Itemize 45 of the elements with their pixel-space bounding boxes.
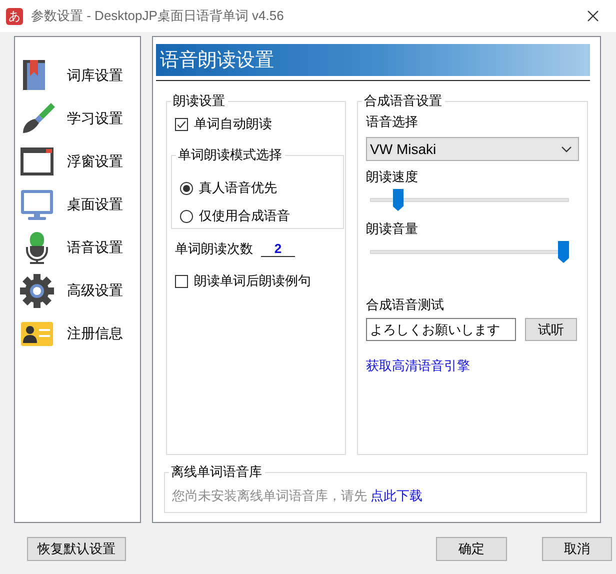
chevron-icon xyxy=(561,146,572,152)
group-title: 合成语音设置 xyxy=(363,92,443,110)
sidebar-item[interactable]: 词库设置 xyxy=(19,54,140,97)
group-title: 离线单词语音库 xyxy=(170,463,263,481)
reset-defaults-button[interactable]: 恢复默认设置 xyxy=(27,537,126,561)
slider-thumb[interactable] xyxy=(558,241,569,263)
cancel-button[interactable]: 取消 xyxy=(542,537,612,561)
voice-dropdown[interactable]: VW Misaki xyxy=(366,137,579,161)
slider-label: 朗读音量 xyxy=(366,220,419,238)
window-title: 参数设置 - DesktopJP桌面日语背单词 v4.56 xyxy=(31,7,284,25)
sidebar-item[interactable]: 语音设置 xyxy=(19,226,140,269)
example-checkbox[interactable]: 朗读单词后朗读例句 xyxy=(175,272,337,290)
sidebar-item[interactable]: 浮窗设置 xyxy=(19,140,140,183)
voice-engine-link[interactable]: 获取高清语音引擎 xyxy=(366,357,579,375)
download-link[interactable]: 点此下载 xyxy=(370,488,423,503)
test-text-field[interactable]: よろしくお願いします xyxy=(366,318,516,341)
app-icon: あ xyxy=(6,8,23,24)
gear-icon xyxy=(19,272,55,308)
slider-thumb[interactable] xyxy=(392,189,404,211)
group-title: 单词朗读模式选择 xyxy=(177,146,283,164)
sidebar-item[interactable]: 高级设置 xyxy=(19,269,140,312)
voice-label: 语音选择 xyxy=(366,113,419,131)
group-title: 朗读设置 xyxy=(172,92,226,110)
count-field[interactable]: 2 xyxy=(261,241,295,257)
checkbox[interactable] xyxy=(175,274,188,288)
sidebar-item[interactable]: 桌面设置 xyxy=(19,183,140,226)
panel-header: 语音朗读设置 xyxy=(156,44,590,76)
slider[interactable] xyxy=(370,189,569,211)
radio-option[interactable]: 真人语音优先 xyxy=(180,174,335,202)
radio-button[interactable] xyxy=(180,210,193,222)
offline-notice: 您尚未安装离线单词语音库，请先 点此下载 xyxy=(172,487,424,505)
radio-option[interactable]: 仅使用合成语音 xyxy=(180,202,335,230)
sidebar-item[interactable]: 注册信息 xyxy=(19,312,140,355)
close-icon xyxy=(587,10,599,22)
checkmark-icon xyxy=(176,118,187,130)
checkbox[interactable] xyxy=(175,118,188,130)
test-label: 合成语音测试 xyxy=(366,296,445,314)
radio-button[interactable] xyxy=(180,182,193,194)
slider[interactable] xyxy=(370,241,569,263)
sidebar-item[interactable]: 学习设置 xyxy=(19,97,140,140)
count-label: 单词朗读次数 xyxy=(175,240,253,258)
auto-read-checkbox[interactable]: 单词自动朗读 xyxy=(175,115,337,133)
listen-button[interactable]: 试听 xyxy=(525,318,577,341)
ok-button[interactable]: 确定 xyxy=(436,537,507,561)
slider-label: 朗读速度 xyxy=(366,168,419,186)
